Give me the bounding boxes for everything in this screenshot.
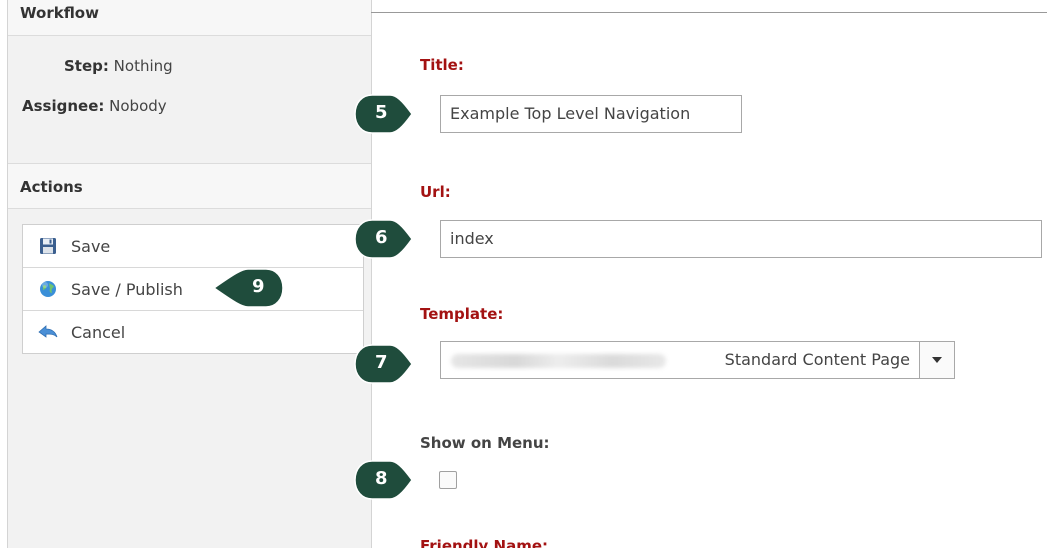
callout-9-text: 9 — [252, 276, 265, 297]
title-input[interactable]: Example Top Level Navigation — [440, 95, 742, 133]
friendly-name-label: Friendly Name: — [420, 537, 549, 548]
workflow-step: Step: Nothing — [64, 57, 173, 75]
assignee-label: Assignee: — [22, 97, 105, 115]
actions-header-label: Actions — [20, 178, 83, 196]
url-label: Url: — [420, 183, 451, 201]
actions-list: Save Save / Publish Cancel — [22, 224, 364, 354]
template-select[interactable]: Standard Content Page — [440, 341, 955, 379]
callout-7-text: 7 — [375, 352, 388, 373]
show-on-menu-checkbox[interactable] — [439, 471, 457, 489]
save-button-label: Save — [71, 236, 111, 256]
globe-icon — [38, 279, 58, 299]
title-label: Title: — [420, 56, 464, 74]
template-label: Template: — [420, 305, 504, 323]
save-publish-button-label: Save / Publish — [71, 279, 183, 299]
step-label: Step: — [64, 57, 109, 75]
template-blurred-prefix — [451, 354, 666, 368]
callout-6-text: 6 — [375, 227, 388, 248]
workflow-header: Workflow — [8, 0, 371, 36]
callout-8-text: 8 — [375, 468, 388, 489]
sidebar: Workflow Step: Nothing Assignee: Nobody … — [7, 0, 372, 548]
save-button[interactable]: Save — [23, 225, 363, 268]
workflow-assignee: Assignee: Nobody — [22, 97, 167, 115]
step-value: Nothing — [113, 57, 173, 75]
url-input[interactable]: index — [440, 220, 1042, 258]
floppy-disk-icon — [38, 236, 58, 256]
workflow-header-label: Workflow — [20, 4, 99, 22]
save-publish-button[interactable]: Save / Publish — [23, 268, 363, 311]
cancel-button-label: Cancel — [71, 322, 126, 342]
assignee-value: Nobody — [109, 97, 167, 115]
content-top-border — [371, 12, 1047, 13]
actions-header: Actions — [8, 163, 371, 209]
callout-9-badge — [212, 268, 284, 308]
template-selected-value: Standard Content Page — [724, 350, 910, 369]
back-arrow-icon — [38, 322, 58, 342]
dropdown-arrow-icon[interactable] — [919, 342, 954, 378]
show-on-menu-label: Show on Menu: — [420, 434, 550, 452]
cancel-button[interactable]: Cancel — [23, 311, 363, 353]
callout-5-text: 5 — [375, 102, 388, 123]
